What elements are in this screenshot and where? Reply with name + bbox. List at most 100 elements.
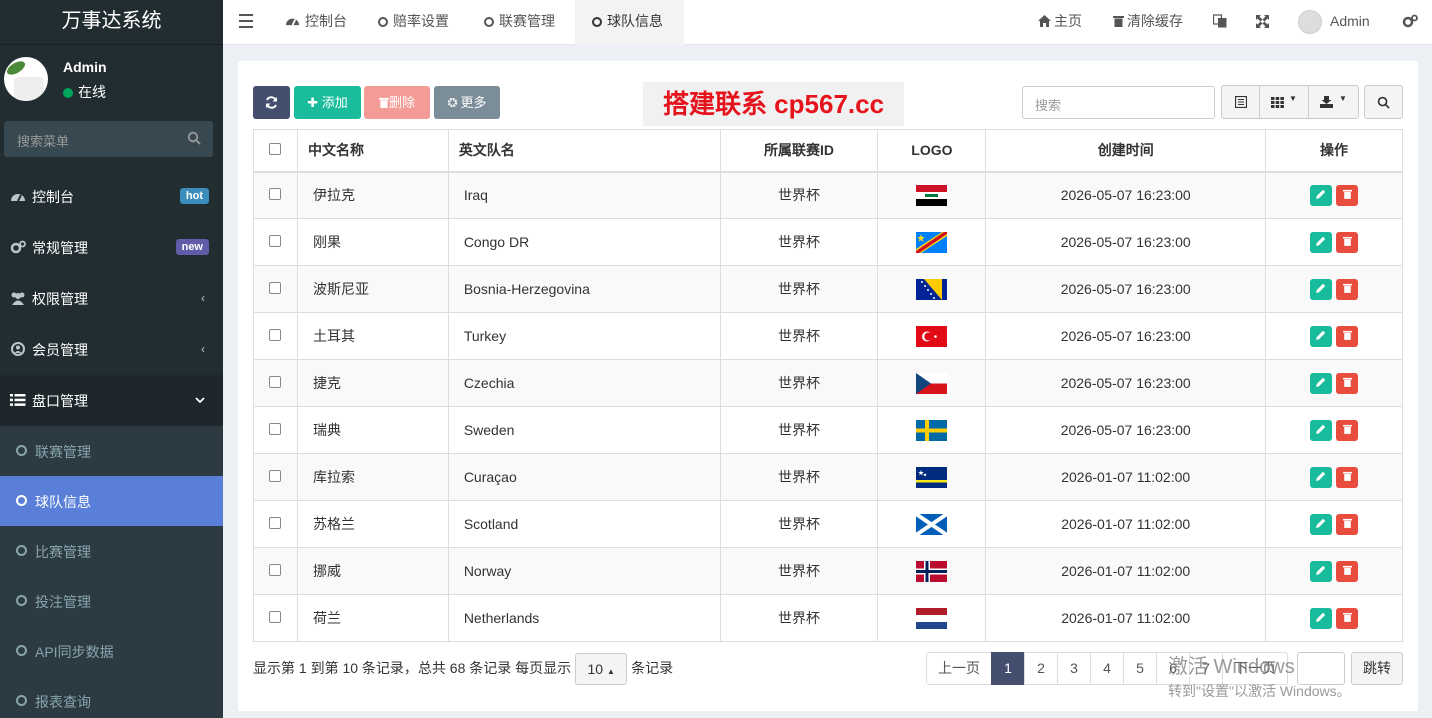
tab-odds[interactable]: 赔率设置 xyxy=(361,0,466,45)
page-5[interactable]: 5 xyxy=(1123,652,1157,685)
settings-cogs-icon[interactable] xyxy=(1402,0,1418,45)
sidebar-item-teams[interactable]: 球队信息 xyxy=(0,476,223,526)
row-checkbox[interactable] xyxy=(269,517,282,529)
table-row[interactable]: 库拉索 Curaçao 世界杯 2026-01-07 11:02:00 xyxy=(253,453,1403,501)
cell-league: 世界杯 xyxy=(719,453,878,501)
jump-button[interactable]: 跳转 xyxy=(1351,652,1403,685)
select-all-header[interactable] xyxy=(253,129,298,173)
search-button[interactable] xyxy=(1364,85,1403,119)
edit-button[interactable] xyxy=(1310,325,1333,347)
row-checkbox[interactable] xyxy=(269,423,282,435)
hamburger-icon[interactable] xyxy=(239,14,253,28)
page-1[interactable]: 1 xyxy=(991,652,1025,685)
edit-button[interactable] xyxy=(1310,419,1333,441)
sidebar-item-bets[interactable]: 投注管理 xyxy=(0,576,223,626)
edit-button[interactable] xyxy=(1310,231,1333,253)
edit-button[interactable] xyxy=(1310,278,1333,300)
table-row[interactable]: 挪威 Norway 世界杯 2026-01-07 11:02:00 xyxy=(253,547,1403,595)
col-en-name[interactable]: 英文队名 xyxy=(447,129,721,173)
add-button[interactable]: ✚ 添加 xyxy=(294,86,361,119)
row-select-cell[interactable] xyxy=(253,547,298,595)
toggle-view-button[interactable] xyxy=(1221,85,1260,119)
sidebar-item-leagues[interactable]: 联赛管理 xyxy=(0,426,223,476)
sidebar-item-api-sync[interactable]: API同步数据 xyxy=(0,626,223,676)
row-select-cell[interactable] xyxy=(253,218,298,266)
row-checkbox[interactable] xyxy=(269,611,282,623)
delete-row-button[interactable] xyxy=(1336,419,1359,441)
edit-button[interactable] xyxy=(1310,466,1333,488)
delete-row-button[interactable] xyxy=(1336,231,1359,253)
table-search-input[interactable]: 搜索 xyxy=(1022,86,1215,119)
col-league[interactable]: 所属联赛ID xyxy=(719,129,878,173)
table-row[interactable]: 刚果 Congo DR 世界杯 2026-05-07 16:23:00 xyxy=(253,218,1403,266)
table-row[interactable]: 波斯尼亚 Bosnia-Herzegovina 世界杯 2026-05-07 16:2… xyxy=(253,265,1403,313)
delete-row-button[interactable] xyxy=(1336,513,1359,535)
fullscreen-icon[interactable] xyxy=(1256,0,1269,45)
table-row[interactable]: 荷兰 Netherlands 世界杯 2026-01-07 11:02:00 xyxy=(253,594,1403,642)
sidebar-item-reports[interactable]: 报表查询 xyxy=(0,676,223,718)
row-select-cell[interactable] xyxy=(253,453,298,501)
translate-icon[interactable] xyxy=(1212,0,1227,45)
col-created[interactable]: 创建时间 xyxy=(985,129,1266,173)
row-checkbox[interactable] xyxy=(269,564,282,576)
delete-button[interactable]: 删除 xyxy=(364,86,430,119)
tab-leagues[interactable]: 联赛管理 xyxy=(467,0,572,45)
delete-row-button[interactable] xyxy=(1336,607,1359,629)
row-checkbox[interactable] xyxy=(269,188,282,201)
sidebar-item-permission[interactable]: 权限管理 ‹ xyxy=(0,273,223,324)
select-all-checkbox[interactable] xyxy=(269,143,282,156)
row-select-cell[interactable] xyxy=(253,406,298,454)
sidebar-item-market[interactable]: 盘口管理 xyxy=(0,375,223,426)
admin-menu[interactable]: Admin xyxy=(1298,0,1370,45)
col-cn-name[interactable]: 中文名称 xyxy=(296,129,449,173)
sidebar-item-general[interactable]: 常规管理 new xyxy=(0,222,223,273)
delete-row-button[interactable] xyxy=(1336,278,1359,300)
page-3[interactable]: 3 xyxy=(1057,652,1091,685)
row-select-cell[interactable] xyxy=(253,359,298,407)
edit-button[interactable] xyxy=(1310,372,1333,394)
more-button[interactable]: 更多 xyxy=(434,86,500,119)
table-row[interactable]: 捷克 Czechia 世界杯 2026-05-07 16:23:00 xyxy=(253,359,1403,407)
row-select-cell[interactable] xyxy=(253,171,298,219)
search-icon[interactable] xyxy=(187,131,201,148)
row-select-cell[interactable] xyxy=(253,265,298,313)
row-checkbox[interactable] xyxy=(269,329,282,341)
delete-row-button[interactable] xyxy=(1336,325,1359,347)
sidebar-search-input[interactable]: 搜索菜单 xyxy=(4,121,213,157)
export-button[interactable]: ▼ xyxy=(1308,85,1359,119)
table-row[interactable]: 瑞典 Sweden 世界杯 2026-05-07 16:23:00 xyxy=(253,406,1403,454)
delete-row-button[interactable] xyxy=(1336,372,1359,394)
page-2[interactable]: 2 xyxy=(1024,652,1058,685)
row-select-cell[interactable] xyxy=(253,594,298,642)
sidebar-item-dashboard[interactable]: 控制台 hot xyxy=(0,171,223,222)
row-checkbox[interactable] xyxy=(269,470,282,482)
prev-page-button[interactable]: 上一页 xyxy=(926,652,992,685)
sidebar-item-matches[interactable]: 比赛管理 xyxy=(0,526,223,576)
sidebar-item-members[interactable]: 会员管理 ‹ xyxy=(0,324,223,375)
edit-button[interactable] xyxy=(1310,513,1333,535)
edit-button[interactable] xyxy=(1310,184,1333,206)
app-title[interactable]: 万事达系统 xyxy=(0,0,223,45)
table-row[interactable]: 伊拉克 Iraq 世界杯 2026-05-07 16:23:00 xyxy=(253,171,1403,219)
delete-row-button[interactable] xyxy=(1336,560,1359,582)
tab-dashboard[interactable]: 控制台 xyxy=(268,0,364,45)
delete-row-button[interactable] xyxy=(1336,466,1359,488)
columns-button[interactable]: ▼ xyxy=(1259,85,1309,119)
row-checkbox[interactable] xyxy=(269,376,282,388)
clear-cache-button[interactable]: 清除缓存 xyxy=(1113,0,1183,45)
row-checkbox[interactable] xyxy=(269,235,282,247)
tab-teams[interactable]: 球队信息 xyxy=(575,0,684,45)
delete-row-button[interactable] xyxy=(1336,184,1359,206)
row-checkbox[interactable] xyxy=(269,282,282,294)
home-link[interactable]: 主页 xyxy=(1038,0,1082,45)
table-row[interactable]: 苏格兰 Scotland 世界杯 2026-01-07 11:02:00 xyxy=(253,500,1403,548)
edit-button[interactable] xyxy=(1310,560,1333,582)
page-4[interactable]: 4 xyxy=(1090,652,1124,685)
row-select-cell[interactable] xyxy=(253,312,298,360)
refresh-button[interactable] xyxy=(253,86,290,119)
col-logo[interactable]: LOGO xyxy=(877,129,986,173)
row-select-cell[interactable] xyxy=(253,500,298,548)
table-row[interactable]: 土耳其 Turkey 世界杯 2026-05-07 16:23:00 xyxy=(253,312,1403,360)
edit-button[interactable] xyxy=(1310,607,1333,629)
page-size-select[interactable]: 10 ▲ xyxy=(575,653,628,686)
